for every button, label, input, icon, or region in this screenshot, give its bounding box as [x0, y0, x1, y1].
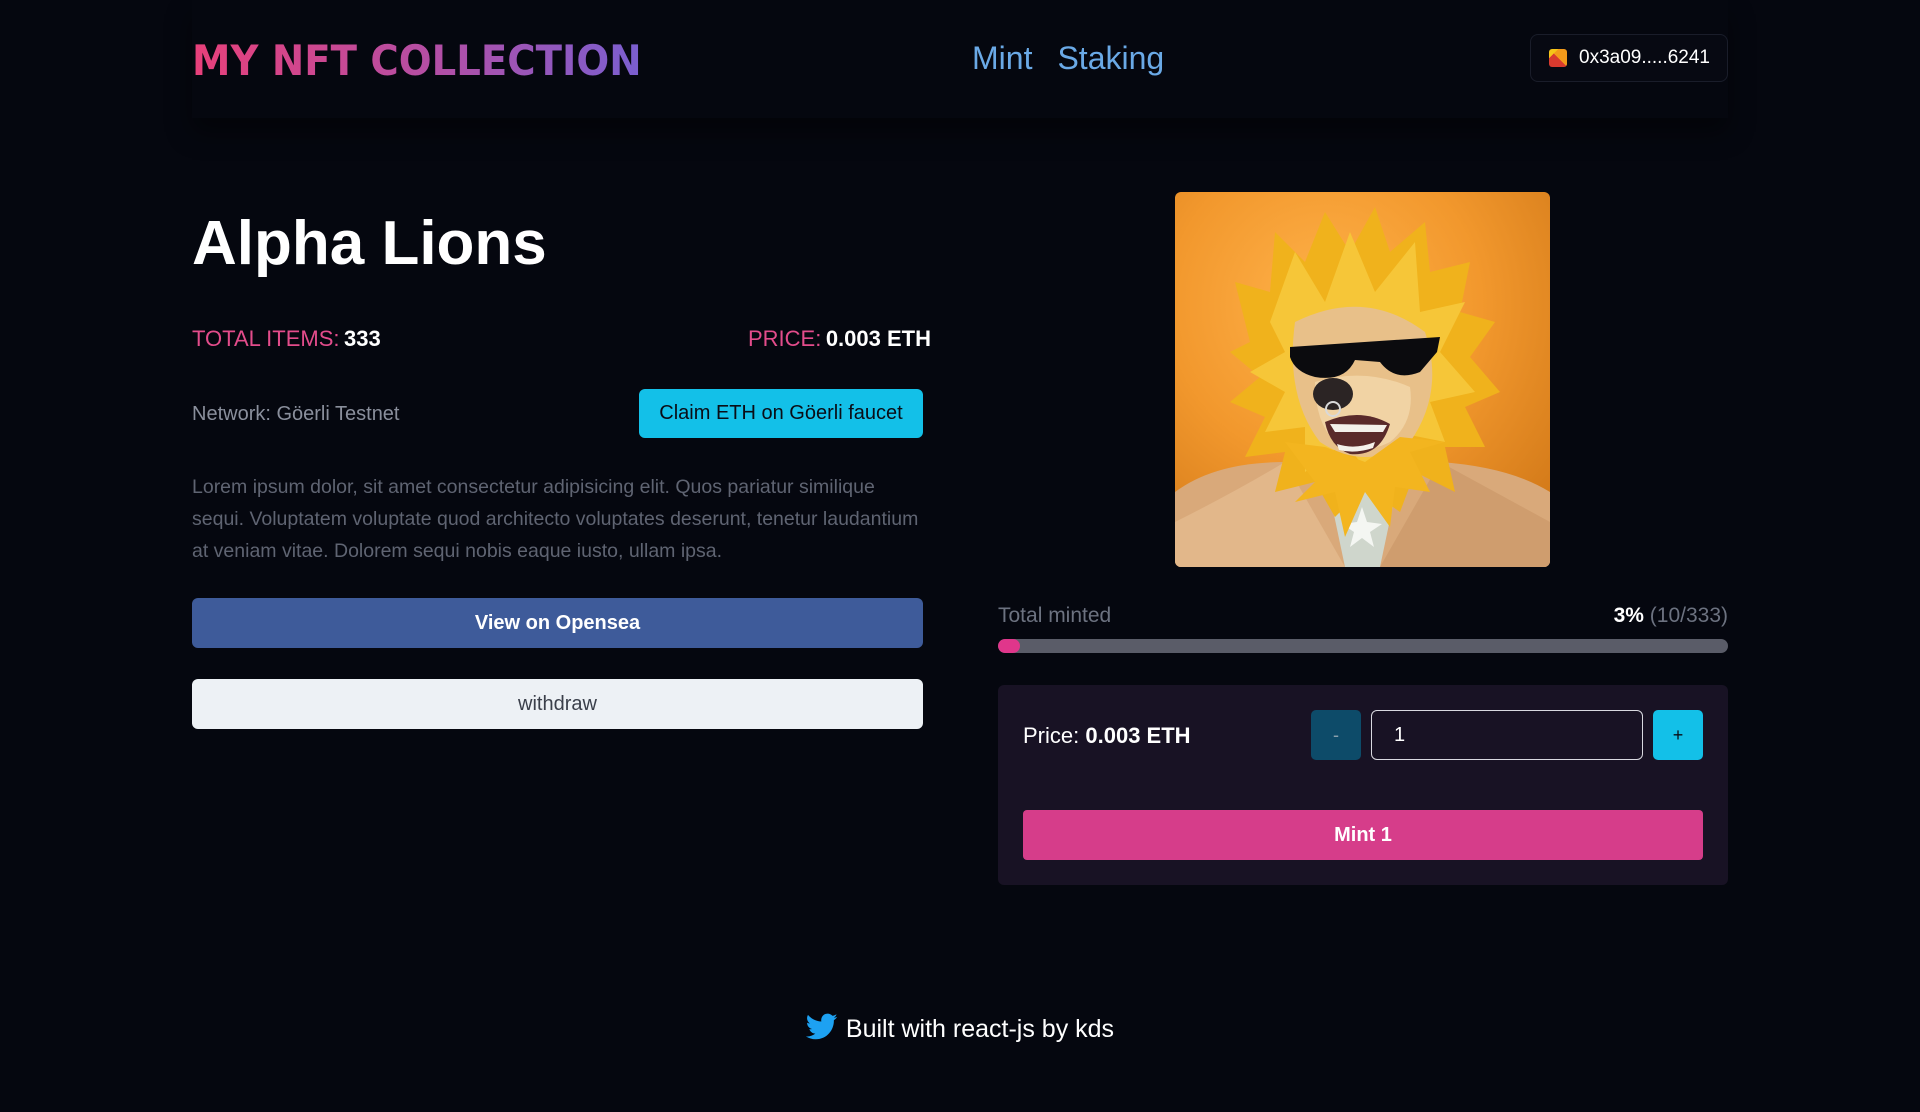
- nft-preview-image: [1175, 192, 1550, 567]
- mint-price: Price: 0.003 ETH: [1023, 723, 1191, 749]
- increase-quantity-button[interactable]: +: [1653, 710, 1703, 760]
- view-opensea-button[interactable]: View on Opensea: [192, 598, 923, 648]
- nav-link-staking[interactable]: Staking: [1057, 40, 1164, 77]
- lion-illustration: [1175, 207, 1550, 567]
- mint-price-label: Price:: [1023, 723, 1080, 748]
- mint-button[interactable]: Mint 1: [1023, 810, 1703, 860]
- minted-percent: 3%: [1613, 604, 1644, 627]
- collection-price: PRICE: 0.003 ETH: [748, 326, 931, 352]
- network-info: Network: Göerli Testnet: [192, 403, 400, 425]
- total-items-label: TOTAL ITEMS:: [192, 326, 340, 351]
- price-value: 0.003 ETH: [825, 326, 931, 351]
- nav-link-mint[interactable]: Mint: [972, 40, 1032, 77]
- total-minted-label: Total minted: [998, 604, 1112, 627]
- page: MY NFT COLLECTION Mint Staking 0x3a09...…: [0, 0, 1920, 1112]
- mint-progress-fill: [998, 639, 1020, 653]
- mint-price-value: 0.003 ETH: [1085, 723, 1191, 748]
- site-logo[interactable]: MY NFT COLLECTION: [192, 36, 642, 85]
- quantity-input[interactable]: [1371, 710, 1643, 760]
- price-label: PRICE:: [748, 326, 822, 351]
- twitter-icon: [805, 1013, 838, 1040]
- withdraw-button[interactable]: withdraw: [192, 679, 923, 729]
- footer-text: Built with react-js by kds: [845, 1015, 1115, 1043]
- minted-count: (10/333): [1649, 604, 1728, 627]
- header: MY NFT COLLECTION Mint Staking 0x3a09...…: [192, 0, 1728, 118]
- total-items: TOTAL ITEMS: 333: [192, 326, 381, 352]
- wallet-address: 0x3a09.....6241: [1579, 47, 1710, 68]
- collection-title: Alpha Lions: [192, 209, 547, 278]
- total-items-value: 333: [343, 326, 381, 351]
- total-minted-stats: 3% (10/333): [1614, 604, 1728, 628]
- mint-progress-bar: [998, 639, 1728, 653]
- decrease-quantity-button[interactable]: -: [1311, 710, 1361, 760]
- wallet-button[interactable]: 0x3a09.....6241: [1530, 34, 1728, 82]
- collection-description: Lorem ipsum dolor, sit amet consectetur …: [192, 476, 919, 562]
- wallet-avatar-icon: [1549, 49, 1567, 67]
- main-nav: Mint Staking: [972, 40, 1164, 77]
- mint-card: Price: 0.003 ETH - + Mint 1: [998, 685, 1728, 885]
- footer: Built with react-js by kds: [0, 1013, 1920, 1046]
- twitter-link[interactable]: [805, 1013, 838, 1046]
- claim-faucet-button[interactable]: Claim ETH on Göerli faucet: [639, 389, 923, 438]
